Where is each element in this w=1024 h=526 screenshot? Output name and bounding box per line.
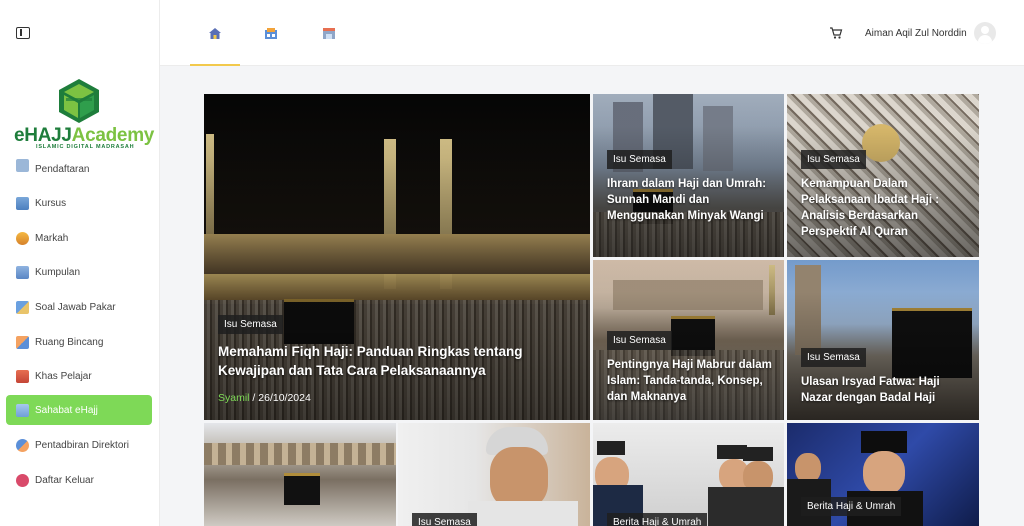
article-card[interactable]: Isu Semasa Ihram dalam Haji dan Umrah: S… (593, 94, 784, 257)
article-card[interactable]: Berita Haji & Umrah (787, 423, 979, 526)
user-name[interactable]: Aiman Aqil Zul Norddin (865, 28, 967, 39)
course-icon (16, 196, 29, 210)
logout-icon (16, 473, 29, 487)
article-card[interactable] (204, 423, 396, 526)
tab-home[interactable] (190, 0, 240, 66)
category-badge[interactable]: Isu Semasa (412, 513, 477, 526)
home-icon (209, 27, 221, 39)
featured-title[interactable]: Memahami Fiqh Haji: Panduan Ringkas tent… (218, 343, 548, 381)
category-badge[interactable]: Isu Semasa (218, 315, 283, 334)
classroom-icon (265, 27, 277, 39)
article-card[interactable]: Isu Semasa (398, 423, 590, 526)
article-image (398, 423, 590, 526)
store-icon (323, 27, 335, 39)
article-card[interactable]: Isu Semasa Ulasan Irsyad Fatwa: Haji Naz… (787, 260, 979, 420)
sidebar-item-label: Kumpulan (35, 266, 81, 278)
sidebar-item-daftar-keluar[interactable]: Daftar Keluar (6, 465, 152, 495)
top-header: Aiman Aqil Zul Norddin (160, 0, 1024, 66)
sidebar-item-label: Khas Pelajar (35, 370, 92, 382)
sidebar-item-label: Daftar Keluar (35, 474, 94, 486)
category-badge[interactable]: Isu Semasa (607, 331, 672, 350)
sidebar-item-label: Soal Jawab Pakar (35, 301, 116, 313)
sidebar-toggle-icon[interactable] (16, 27, 30, 39)
tab-classroom[interactable] (246, 0, 296, 66)
brand-logo[interactable]: eHAJJAcademy ISLAMIC DIGITAL MADRASAH (10, 78, 154, 152)
avatar[interactable] (974, 22, 996, 44)
chat-icon (16, 300, 29, 314)
directory-icon (16, 438, 29, 452)
sidebar-item-kursus[interactable]: Kursus (6, 188, 152, 218)
sidebar-item-markah[interactable]: Markah (6, 223, 152, 253)
category-badge[interactable]: Isu Semasa (801, 150, 866, 169)
sidebar: eHAJJAcademy ISLAMIC DIGITAL MADRASAH Pe… (0, 0, 160, 526)
article-card[interactable]: Isu Semasa Pentingnya Haji Mabrur dalam … (593, 260, 784, 420)
sidebar-item-pendaftaran[interactable]: Pendaftaran (6, 158, 152, 172)
sidebar-item-label: Ruang Bincang (35, 336, 104, 348)
author-link[interactable]: Syamil (218, 392, 250, 404)
logo-cube-icon (59, 79, 99, 123)
category-badge[interactable]: Isu Semasa (607, 150, 672, 169)
featured-meta: Syamil / 26/10/2024 (218, 392, 311, 404)
sidebar-item-label: Sahabat eHajj (35, 404, 98, 416)
sidebar-item-label: Markah (35, 232, 69, 244)
cart-icon[interactable] (829, 26, 843, 40)
group-icon (16, 265, 29, 279)
sidebar-item-label: Pentadbiran Direktori (35, 439, 129, 451)
sidebar-item-label: Kursus (35, 197, 67, 209)
category-badge[interactable]: Berita Haji & Umrah (801, 497, 902, 516)
sidebar-item-label: Pendaftaran (35, 164, 90, 173)
article-image (593, 423, 784, 526)
article-title[interactable]: Kemampuan Dalam Pelaksanaan Ibadat Haji … (801, 176, 969, 240)
friends-icon (16, 403, 29, 417)
article-card[interactable]: Berita Haji & Umrah (593, 423, 784, 526)
tab-store[interactable] (304, 0, 354, 66)
post-date: / 26/10/2024 (249, 392, 311, 404)
document-icon (16, 159, 29, 172)
sidebar-item-soal-jawab-pakar[interactable]: Soal Jawab Pakar (6, 292, 152, 322)
article-title[interactable]: Ihram dalam Haji dan Umrah: Sunnah Mandi… (607, 176, 772, 224)
badge-icon (16, 231, 29, 245)
sidebar-item-ruang-bincang[interactable]: Ruang Bincang (6, 327, 152, 357)
article-title[interactable]: Ulasan Irsyad Fatwa: Haji Nazar dengan B… (801, 374, 969, 406)
brand-tagline: ISLAMIC DIGITAL MADRASAH (36, 144, 135, 150)
category-badge[interactable]: Berita Haji & Umrah (607, 513, 708, 526)
sidebar-item-pentadbiran-direktori[interactable]: Pentadbiran Direktori (6, 430, 152, 460)
featured-article-card[interactable]: Isu Semasa Memahami Fiqh Haji: Panduan R… (204, 94, 590, 420)
student-icon (16, 369, 29, 383)
sidebar-item-khas-pelajar[interactable]: Khas Pelajar (6, 361, 152, 391)
article-title[interactable]: Pentingnya Haji Mabrur dalam Islam: Tand… (607, 357, 772, 405)
sidebar-item-sahabat-ehajj[interactable]: Sahabat eHajj (6, 395, 152, 425)
discussion-icon (16, 335, 29, 349)
article-image (204, 423, 396, 526)
category-badge[interactable]: Isu Semasa (801, 348, 866, 367)
article-card[interactable]: Isu Semasa Kemampuan Dalam Pelaksanaan I… (787, 94, 979, 257)
sidebar-item-kumpulan[interactable]: Kumpulan (6, 257, 152, 287)
